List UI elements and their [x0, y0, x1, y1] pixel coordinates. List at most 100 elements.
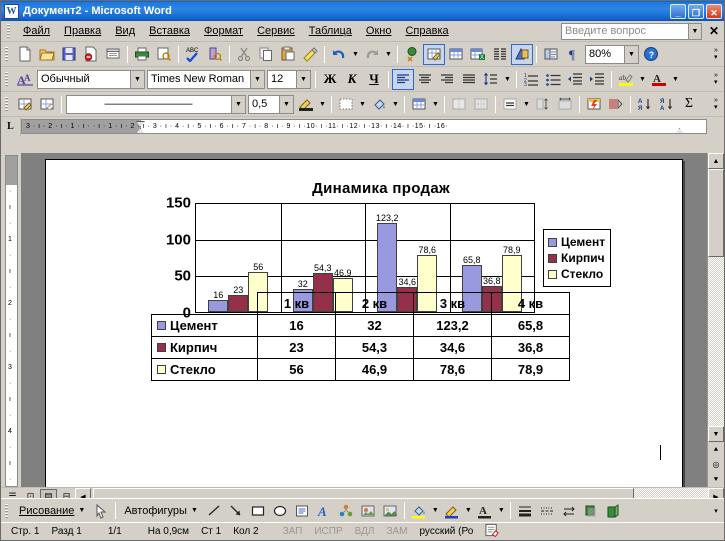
chart-legend[interactable]: Цемент Кирпич Стекло	[543, 229, 612, 287]
minimize-button[interactable]: _	[670, 3, 686, 19]
status-page-count[interactable]: 1/1	[88, 526, 128, 537]
zoom-combo[interactable]: 80% ▼	[585, 44, 639, 64]
vertical-scroll-track[interactable]	[708, 169, 724, 426]
styles-and-formatting-icon[interactable]: AA	[14, 69, 36, 90]
line-spacing-dropdown-icon[interactable]: ▼	[502, 69, 513, 90]
font-size-combo[interactable]: 12 ▼	[267, 69, 311, 89]
borders-icon[interactable]	[335, 94, 357, 115]
formatting-toolbar-overflow-button[interactable]: » ▾	[710, 69, 722, 89]
line-weight-combo[interactable]: 0,5 ▼	[248, 94, 294, 114]
merge-cells-icon[interactable]	[448, 94, 470, 115]
align-right-icon[interactable]	[436, 69, 458, 90]
chevron-down-icon[interactable]: ▼	[688, 22, 702, 40]
paste-icon[interactable]	[277, 44, 299, 65]
font-color-dropdown-icon[interactable]: ▼	[496, 500, 507, 521]
font-color-icon[interactable]: A	[648, 69, 670, 90]
vertical-scroll-thumb[interactable]	[708, 169, 724, 257]
fill-color-dropdown-icon[interactable]: ▼	[430, 500, 441, 521]
border-color-dropdown-icon[interactable]: ▼	[317, 94, 328, 115]
borders-dropdown-icon[interactable]: ▼	[357, 94, 368, 115]
chevron-down-icon[interactable]: ▼	[296, 70, 310, 88]
select-objects-icon[interactable]	[90, 500, 112, 521]
font-color-dropdown-icon[interactable]: ▼	[670, 69, 681, 90]
insert-picture-icon[interactable]	[379, 500, 401, 521]
menu-item-window[interactable]: Окно	[359, 23, 399, 39]
copy-icon[interactable]	[255, 44, 277, 65]
status-page[interactable]: Стр. 1	[5, 526, 45, 537]
font-color-icon[interactable]: A	[474, 500, 496, 521]
draw-menu-button[interactable]: Рисование ▼	[14, 504, 90, 518]
show-formatting-icon[interactable]: ¶	[562, 44, 584, 65]
status-line[interactable]: Ст 1	[195, 526, 227, 537]
spelling-status-icon[interactable]	[479, 523, 506, 540]
highlight-color-icon[interactable]: ab	[615, 69, 637, 90]
chevron-down-icon[interactable]: ▼	[231, 95, 245, 113]
numbered-list-icon[interactable]: 123	[520, 69, 542, 90]
scroll-down-button[interactable]: ▼	[708, 426, 724, 442]
menu-item-insert[interactable]: Вставка	[142, 23, 197, 39]
undo-dropdown-icon[interactable]: ▼	[350, 44, 361, 65]
maximize-button[interactable]: ❐	[688, 3, 704, 19]
standard-toolbar-grip[interactable]	[5, 47, 8, 61]
eraser-icon[interactable]	[36, 94, 58, 115]
draw-table-icon[interactable]	[14, 94, 36, 115]
underline-button[interactable]: Ч	[363, 69, 385, 90]
columns-icon[interactable]	[489, 44, 511, 65]
status-overtype[interactable]: ЗАМ	[380, 526, 413, 537]
line-icon[interactable]	[203, 500, 225, 521]
vertical-ruler[interactable]: · ı · 1 · ı · 2 · ı · 3 · ı · 4 · ı · 5 …	[1, 153, 21, 487]
change-text-direction-icon[interactable]	[605, 94, 627, 115]
next-page-button[interactable]: ⯆	[708, 472, 724, 487]
wordart-icon[interactable]: A	[313, 500, 335, 521]
cut-icon[interactable]	[233, 44, 255, 65]
ask-a-question-input[interactable]: Введите вопрос	[560, 22, 689, 40]
align-justify-icon[interactable]	[458, 69, 480, 90]
align-left-icon[interactable]	[392, 68, 414, 90]
status-language[interactable]: русский (Ро	[413, 526, 479, 537]
insert-table-icon[interactable]	[408, 94, 430, 115]
text-box-icon[interactable]	[291, 500, 313, 521]
distribute-rows-icon[interactable]	[532, 94, 554, 115]
shadow-style-icon[interactable]	[580, 500, 602, 521]
bulleted-list-icon[interactable]	[542, 69, 564, 90]
oval-icon[interactable]	[269, 500, 291, 521]
formatting-toolbar-grip[interactable]	[5, 72, 8, 86]
redo-icon[interactable]	[361, 44, 383, 65]
open-folder-icon[interactable]	[36, 44, 58, 65]
tables-toolbar-overflow-button[interactable]: » ▾	[710, 94, 722, 114]
autosum-icon[interactable]: Σ	[678, 94, 700, 115]
italic-button[interactable]: К	[341, 69, 363, 90]
highlight-dropdown-icon[interactable]: ▼	[637, 69, 648, 90]
tables-toolbar-grip[interactable]	[5, 97, 8, 111]
arrow-style-icon[interactable]	[558, 500, 580, 521]
chevron-down-icon[interactable]: ▼	[250, 70, 264, 88]
help-icon[interactable]: ?	[640, 44, 662, 65]
previous-page-button[interactable]: ⯅	[708, 442, 724, 457]
decrease-indent-icon[interactable]	[564, 69, 586, 90]
insert-table-dropdown-icon[interactable]: ▼	[430, 94, 441, 115]
3d-style-icon[interactable]	[602, 500, 624, 521]
format-painter-icon[interactable]	[299, 44, 321, 65]
select-browse-object-button[interactable]: ◎	[708, 457, 724, 472]
email-icon[interactable]	[80, 44, 102, 65]
shading-dropdown-icon[interactable]: ▼	[390, 94, 401, 115]
standard-toolbar-overflow-button[interactable]: » ▾	[710, 44, 722, 64]
menu-item-format[interactable]: Формат	[197, 23, 250, 39]
chevron-down-icon[interactable]: ▼	[624, 45, 638, 63]
chevron-down-icon[interactable]: ▼	[279, 95, 293, 113]
drawing-toolbar-grip[interactable]	[5, 503, 8, 518]
line-color-icon[interactable]	[441, 500, 463, 521]
status-track-changes[interactable]: ИСПР	[308, 526, 348, 537]
vertical-ruler-strip[interactable]: · ı · 1 · ı · 2 · ı · 3 · ı · 4 · ı · 5 …	[4, 155, 18, 487]
document-pane[interactable]: Динамика продаж 150 100 50 0 16 23 56 32…	[21, 153, 707, 487]
dash-style-icon[interactable]	[536, 500, 558, 521]
drawing-icon[interactable]	[511, 43, 533, 65]
line-spacing-icon[interactable]	[480, 69, 502, 90]
arrow-icon[interactable]	[225, 500, 247, 521]
chevron-down-icon[interactable]: ▼	[130, 70, 144, 88]
menu-item-file[interactable]: Файл	[16, 23, 57, 39]
research-icon[interactable]	[204, 44, 226, 65]
close-document-button[interactable]: ✕	[704, 24, 724, 38]
spellcheck-icon[interactable]: ABC	[182, 44, 204, 65]
shading-color-icon[interactable]	[368, 94, 390, 115]
